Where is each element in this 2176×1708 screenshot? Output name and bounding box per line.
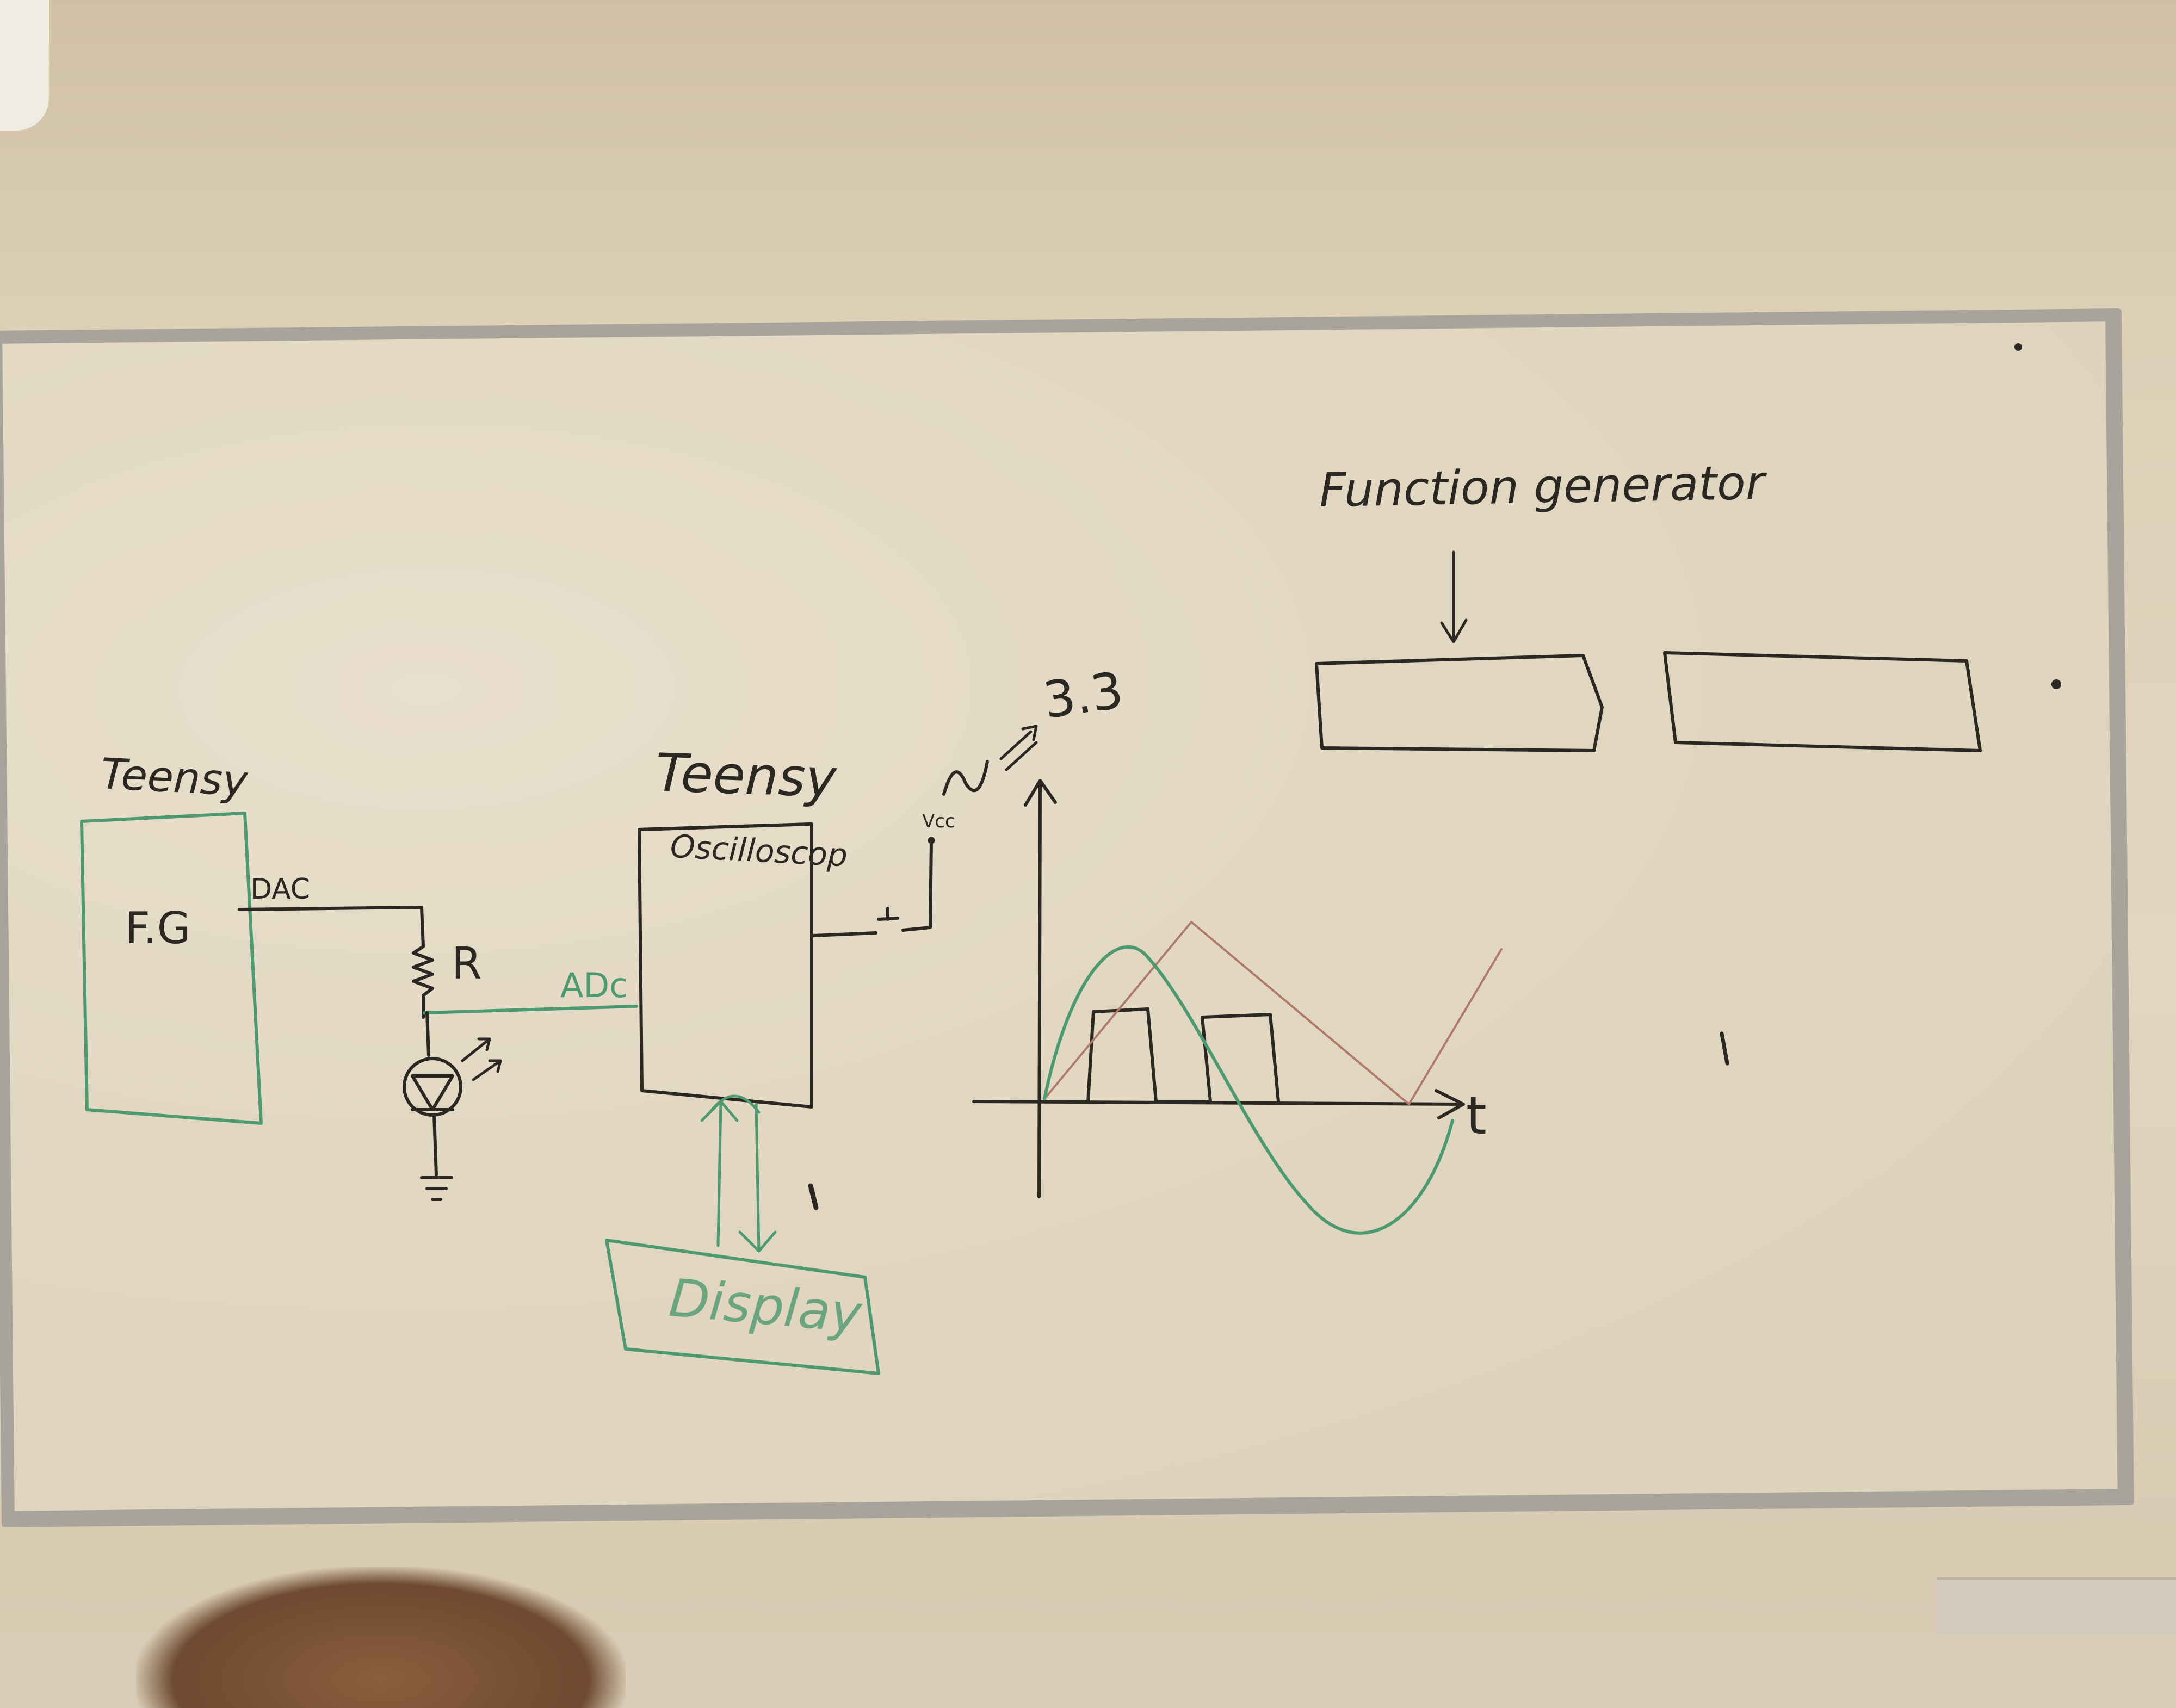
board-mark xyxy=(1720,1031,1729,1066)
switch-contact xyxy=(877,839,933,932)
fg-block-2 xyxy=(1663,651,1982,752)
vcc-node xyxy=(928,837,935,844)
resistor-label: R xyxy=(452,938,482,989)
dac-wire xyxy=(238,906,425,948)
time-axis-label: t xyxy=(1466,1085,1487,1146)
dac-label: DAC xyxy=(250,873,311,906)
switch-wire xyxy=(812,931,877,937)
function-generator-label: Function generator xyxy=(1319,455,1765,518)
fg-block-1 xyxy=(1315,654,1604,752)
adc-wire xyxy=(423,1005,638,1014)
vcc-label: Vcc xyxy=(922,810,955,832)
wall-outlet xyxy=(1937,1577,2176,1634)
board-dot xyxy=(2014,343,2022,351)
teensy-left-label: Teensy xyxy=(99,749,249,807)
teensy-fg-box xyxy=(80,812,263,1125)
y-axis xyxy=(1024,779,1057,1198)
display-arrow-right xyxy=(738,1103,777,1253)
led-arrow-1 xyxy=(461,1037,491,1062)
ground-symbol xyxy=(420,1176,453,1201)
teensy-center-label: Teensy xyxy=(654,742,838,809)
oscilloscope-header-line xyxy=(638,822,812,831)
adc-label: ADc xyxy=(560,966,628,1005)
whiteboard-drawing xyxy=(80,343,2061,1375)
approx-value-label: 3.3 xyxy=(1040,661,1127,730)
fg-arrow xyxy=(1440,550,1468,643)
display-arrow-left xyxy=(700,1100,739,1247)
triangle-wave xyxy=(1043,921,1503,1105)
fg-label: F.G xyxy=(125,903,191,954)
ground-wire xyxy=(432,1113,438,1177)
board-mark xyxy=(808,1183,819,1210)
approx-arrow xyxy=(999,725,1038,771)
person-head xyxy=(136,1567,626,1708)
board-dot xyxy=(2051,679,2061,689)
resistor-symbol xyxy=(412,945,434,1019)
led-arrow-2 xyxy=(472,1059,502,1081)
tilde-symbol xyxy=(942,760,989,796)
led-wire-top xyxy=(425,1011,430,1057)
led-triangle xyxy=(411,1074,454,1111)
